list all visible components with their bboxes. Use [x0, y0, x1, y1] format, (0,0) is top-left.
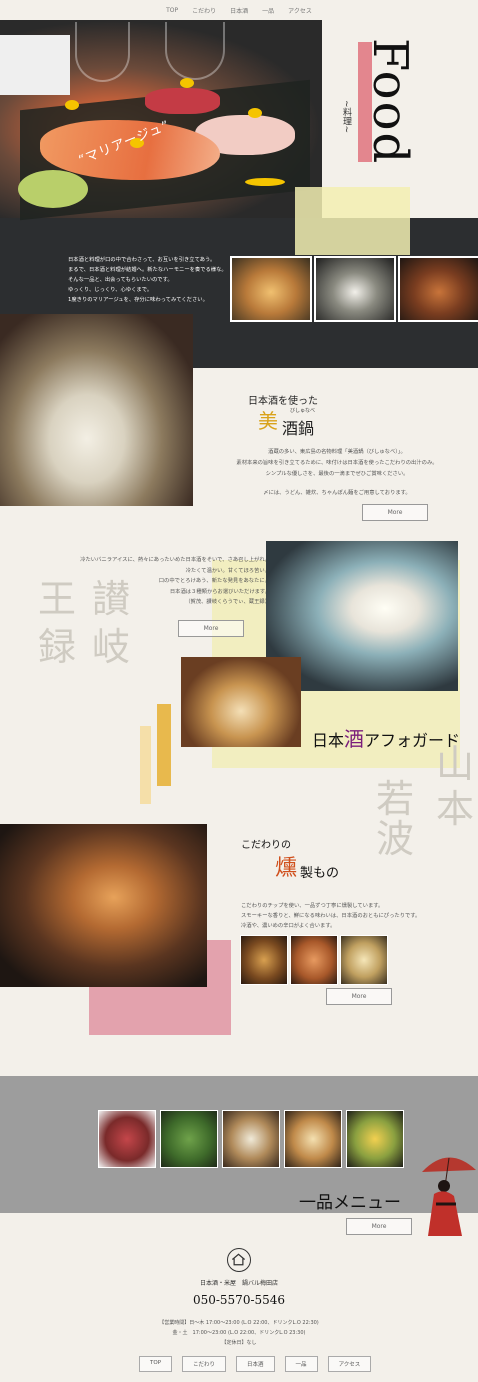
smoked-title-rest: 製もの: [300, 866, 340, 881]
shop-logo-icon: [227, 1248, 251, 1272]
footer-nav-access[interactable]: アクセス: [327, 1356, 372, 1372]
sweets-photo: [181, 657, 301, 747]
food-thumbnail: [314, 256, 396, 322]
footer-nav-ippin[interactable]: 一品: [284, 1356, 318, 1372]
smoked-photo: [0, 824, 207, 987]
phone-number[interactable]: 050-5570-5546: [0, 1293, 478, 1307]
text-line: 冷たいバニラアイスに、熱々にあったいめた日本酒をそいで、さあ召し上がれ。: [80, 557, 270, 563]
photo-element: [18, 170, 88, 208]
affogato-description: 冷たいバニラアイスに、熱々にあったいめた日本酒をそいで、さあ召し上がれ。 冷たく…: [58, 555, 270, 608]
business-hours: 【営業時間】日～木 17:00～23:00 (L.O 22:00、ドリンクL.O…: [159, 1320, 319, 1326]
affogato-more-button[interactable]: More: [178, 620, 244, 637]
photo-element: [0, 35, 70, 95]
photo-element: [165, 22, 225, 80]
bg-kanji: 本: [436, 787, 475, 831]
shop-name: 日本酒・米屋 鍋バル梅田店: [199, 1280, 278, 1287]
nabe-title-rest: 酒鍋: [282, 419, 315, 438]
photo-element: [75, 22, 130, 82]
nav-kodawari[interactable]: こだわり: [192, 6, 216, 15]
photo-element: [145, 88, 220, 114]
nabe-more-button[interactable]: More: [362, 504, 428, 521]
text-line: こだわりのチップを使い、一品ずつ丁寧に燻製しています。: [241, 903, 384, 909]
section-subtitle: ~料理~: [341, 100, 351, 134]
photo-element: [248, 108, 262, 118]
text-line: 素材本来の旨味を引き立てるために、味付けは日本酒を使ったこだわりの出汁のみ。: [236, 460, 438, 466]
nabe-title-highlight: 美: [258, 409, 278, 433]
food-thumbnail: [160, 1110, 218, 1168]
bg-kanji: 波: [376, 817, 415, 861]
title-highlight: 酒: [344, 727, 365, 751]
footer-nav-sake[interactable]: 日本酒: [236, 1356, 275, 1372]
text-line: 〆には、うどん、雑炊、ちゃんぽん麺をご用意しております。: [263, 490, 411, 496]
food-thumbnail: [240, 935, 288, 985]
food-thumbnail: [230, 256, 312, 322]
business-hours: 金・土 17:00～23:00 (L.O 22:00、ドリンクL.O 23:30…: [172, 1330, 306, 1336]
holiday-info: 【定休日】なし: [221, 1340, 257, 1346]
footer-nav-kodawari[interactable]: こだわり: [182, 1356, 227, 1372]
nabe-photo: [0, 314, 193, 506]
nabe-ruby: びしゅなべ: [290, 408, 316, 414]
nabe-description: 酒蔵の多い、東広島の名物料理「美酒鍋（びしゅなべ）」。 素材本来の旨味を引き立て…: [232, 447, 442, 499]
bg-kanji: 若: [376, 777, 415, 821]
decor-bar: [157, 704, 171, 786]
food-thumbnail: [284, 1110, 342, 1168]
smoked-title-highlight: 燻: [275, 856, 298, 881]
text-line: 日本酒は３種類からお選びいただけます。: [169, 588, 270, 595]
house-icon: [231, 1253, 246, 1266]
text-line: [232, 480, 442, 488]
decor-block: [295, 187, 410, 255]
footer-nav-top[interactable]: TOP: [139, 1356, 173, 1372]
nav-top[interactable]: TOP: [166, 7, 178, 14]
food-thumbnail: [340, 935, 388, 985]
bg-kanji: 岐: [92, 625, 131, 669]
kimono-lady-illustration: [422, 1157, 476, 1236]
photo-element: [65, 100, 79, 110]
text-line: 冷たくて温かい。甘くてほろ苦い。: [185, 567, 270, 574]
ippin-more-button[interactable]: More: [346, 1218, 412, 1235]
text-line: 口の中でとろけあう、新たな発見をあなたに。: [158, 578, 270, 584]
top-nav: TOP こだわり 日本酒 一品 アクセス: [0, 0, 478, 20]
ippin-title: 一品メニュー: [299, 1193, 401, 1213]
photo-element: [180, 78, 194, 88]
text-line: 冷酒や、濃いめの辛口がよく合います。: [241, 923, 336, 929]
nav-access[interactable]: アクセス: [288, 6, 312, 15]
title-part: 日本: [312, 731, 345, 750]
decor-bar: [140, 726, 151, 804]
text-line: （賀茂、讃岐くらうでぃ、蔵王録）: [185, 599, 270, 605]
text-line: スモーキーな香りと、鮮になる味わいは、日本酒のおともにぴったりです。: [241, 913, 421, 919]
title-part: アフォガード: [364, 731, 461, 750]
text-line: シンプルな優しさを、最後の一滴までぜひご賞味ください。: [265, 471, 409, 477]
food-thumbnail: [398, 256, 478, 322]
nav-sake[interactable]: 日本酒: [230, 6, 248, 15]
section-title: Food: [362, 38, 418, 166]
bg-kanji: 録: [38, 625, 77, 669]
food-thumbnail: [98, 1110, 156, 1168]
footer-nav: TOP こだわり 日本酒 一品 アクセス: [139, 1356, 372, 1372]
food-thumbnail: [346, 1110, 404, 1168]
affogato-title: 日本酒アフォガード: [312, 723, 460, 752]
smoked-description: こだわりのチップを使い、一品ずつ丁寧に燻製しています。 スモーキーな香りと、鮮に…: [241, 901, 441, 931]
photo-element: [245, 178, 285, 186]
nav-ippin[interactable]: 一品: [262, 6, 274, 15]
food-thumbnail: [222, 1110, 280, 1168]
smoked-more-button[interactable]: More: [326, 988, 392, 1005]
text-line: 酒蔵の多い、東広島の名物料理「美酒鍋（びしゅなべ）」。: [268, 449, 406, 455]
food-thumbnail: [290, 935, 338, 985]
smoked-title-small: こだわりの: [241, 840, 291, 851]
